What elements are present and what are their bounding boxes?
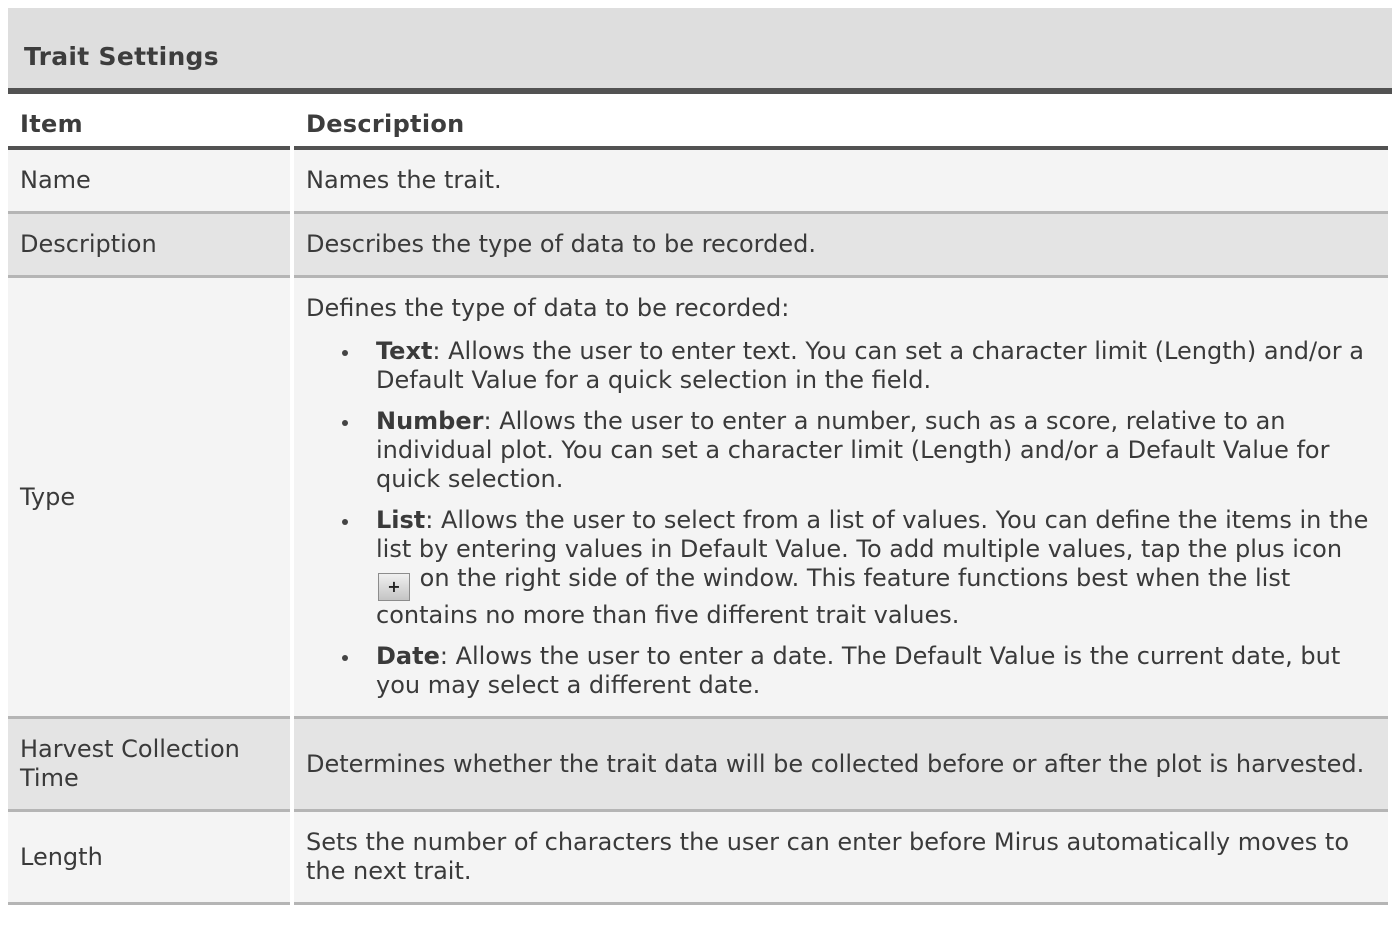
item-cell: Name xyxy=(8,150,290,214)
item-cell: Harvest Collection Time xyxy=(8,719,290,812)
table-row-type: Type Defines the type of data to be reco… xyxy=(8,278,1388,719)
type-options-list: Text: Allows the user to enter text. You… xyxy=(306,337,1384,700)
description-cell: Defines the type of data to be recorded:… xyxy=(294,278,1388,719)
term-date: Date xyxy=(376,642,440,670)
table-row-length: Length Sets the number of characters the… xyxy=(8,812,1388,905)
type-intro: Defines the type of data to be recorded: xyxy=(306,294,790,322)
list-item-text: Text: Allows the user to enter text. You… xyxy=(342,337,1384,395)
table-row-harvest-collection-time: Harvest Collection Time Determines wheth… xyxy=(8,719,1388,812)
page-bottom-edge xyxy=(0,928,1392,932)
item-cell: Length xyxy=(8,812,290,905)
item-cell: Type xyxy=(8,278,290,719)
trait-settings-table-container: Trait Settings Item Description Name Nam… xyxy=(8,8,1392,905)
term-text-description: : Allows the user to enter text. You can… xyxy=(376,337,1364,394)
list-item-list: List: Allows the user to select from a l… xyxy=(342,506,1384,630)
list-item-date: Date: Allows the user to enter a date. T… xyxy=(342,642,1384,700)
term-list-description-continued: on the right side of the window. This fe… xyxy=(376,564,1291,629)
trait-settings-table: Item Description Name Names the trait. D… xyxy=(4,94,1392,905)
table-row-description: Description Describes the type of data t… xyxy=(8,214,1388,278)
plus-icon: + xyxy=(378,573,410,601)
description-cell: Describes the type of data to be recorde… xyxy=(294,214,1388,278)
item-cell: Description xyxy=(8,214,290,278)
description-cell: Determines whether the trait data will b… xyxy=(294,719,1388,812)
column-header-item: Item xyxy=(8,94,290,150)
term-number: Number xyxy=(376,407,484,435)
column-header-description: Description xyxy=(294,94,1388,150)
list-item-number: Number: Allows the user to enter a numbe… xyxy=(342,407,1384,494)
term-text: Text xyxy=(376,337,433,365)
description-cell: Names the trait. xyxy=(294,150,1388,214)
term-list-description: : Allows the user to select from a list … xyxy=(376,506,1369,563)
term-list: List xyxy=(376,506,426,534)
term-date-description: : Allows the user to enter a date. The D… xyxy=(376,642,1341,699)
table-header-row: Item Description xyxy=(8,94,1388,150)
table-caption: Trait Settings xyxy=(8,8,1392,88)
table-row-name: Name Names the trait. xyxy=(8,150,1388,214)
description-cell: Sets the number of characters the user c… xyxy=(294,812,1388,905)
term-number-description: : Allows the user to enter a number, suc… xyxy=(376,407,1330,493)
